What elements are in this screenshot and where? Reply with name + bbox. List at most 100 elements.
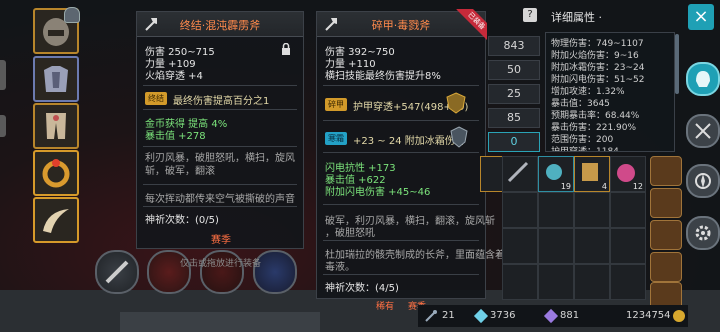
sword-icon bbox=[507, 161, 529, 183]
season-label: 赛季 bbox=[211, 235, 231, 246]
frost-tag: 寒霜 bbox=[325, 132, 347, 145]
tooltip-header: 终结·混沌霹雳斧 bbox=[137, 12, 303, 37]
tab-talent[interactable] bbox=[686, 164, 720, 198]
equipped-ribbon: 已装备 bbox=[453, 9, 487, 43]
item-tooltip-equipped: 碎甲·毒戮斧 已装备 伤害 392~750 力量 +110 横扫技能最终伤害提升… bbox=[316, 9, 505, 299]
rarity-label: 稀有 bbox=[376, 302, 395, 312]
inventory-slot[interactable] bbox=[610, 264, 646, 300]
equipped-label: 已装备 bbox=[456, 9, 487, 42]
bag-tab-2[interactable] bbox=[650, 188, 682, 218]
divider bbox=[143, 146, 297, 147]
inventory-slot[interactable] bbox=[574, 264, 610, 300]
inventory-slot[interactable] bbox=[502, 156, 538, 192]
lightning-damage-stat: 附加闪电伤害 +45~46 bbox=[325, 187, 431, 198]
currency-1-value: 21 bbox=[442, 310, 455, 321]
fire-penetration-stat: 火焰穿透 +4 bbox=[145, 71, 203, 82]
stat-row: 护甲穿透：1184 bbox=[551, 147, 619, 152]
inventory-slot[interactable]: 19 bbox=[538, 156, 574, 192]
gold-shield-icon bbox=[446, 92, 466, 114]
currency-3-value: 881 bbox=[560, 310, 580, 321]
skill-list-cont: ，破胆怒吼 bbox=[325, 228, 375, 239]
pants-icon bbox=[46, 113, 66, 139]
inventory-slot[interactable] bbox=[502, 264, 538, 300]
item-tooltip-compare: 终结·混沌霹雳斧 伤害 250~715 力量 +109 火焰穿透 +4 终结 最… bbox=[136, 11, 304, 249]
detailed-stats-list[interactable]: 物理伤害：749~1107 附加火焰伤害：9~16 附加冰霜伤害：23~24 附… bbox=[545, 32, 675, 152]
horn-icon bbox=[43, 209, 69, 233]
lock-icon bbox=[282, 43, 290, 55]
grey-shield-icon bbox=[450, 126, 468, 148]
detail-title[interactable]: 详细属性 · bbox=[551, 9, 602, 25]
refine-count: 神祈次数：(4/5) bbox=[325, 283, 399, 294]
attribute-value-1: 843 bbox=[488, 36, 540, 56]
currency-bar: 21 3736 881 1234754 bbox=[418, 305, 688, 327]
attribute-value-2: 50 bbox=[488, 60, 540, 80]
gold-coin-icon bbox=[673, 310, 685, 322]
divider bbox=[323, 85, 479, 86]
weapon-skill-button[interactable] bbox=[95, 250, 139, 294]
inventory-slot[interactable] bbox=[574, 228, 610, 264]
divider bbox=[323, 120, 479, 121]
item-name: 终结·混沌霹雳斧 bbox=[179, 19, 261, 32]
inventory-slot[interactable] bbox=[538, 228, 574, 264]
inventory-slot[interactable] bbox=[502, 192, 538, 228]
inventory-slot[interactable] bbox=[538, 192, 574, 228]
armor-icon bbox=[44, 66, 68, 92]
ground-panel bbox=[120, 312, 320, 332]
divider bbox=[323, 152, 479, 153]
crossed-swords-icon bbox=[695, 123, 711, 139]
tab-character[interactable] bbox=[686, 62, 720, 96]
inventory-slot[interactable] bbox=[610, 228, 646, 264]
sword-icon bbox=[105, 260, 129, 284]
bag-tab-4[interactable] bbox=[650, 252, 682, 282]
helmet-icon bbox=[696, 71, 710, 87]
crystal-icon bbox=[473, 308, 489, 324]
compass-icon bbox=[695, 173, 711, 189]
detail-title-bar: ? 详细属性 · bbox=[485, 4, 685, 26]
attribute-points-value: 0 bbox=[488, 132, 540, 152]
stack-count: 4 bbox=[601, 182, 607, 191]
left-edge-tab-2[interactable] bbox=[0, 115, 6, 137]
stack-count: 19 bbox=[560, 182, 571, 191]
stack-count: 12 bbox=[632, 182, 643, 191]
inventory-slot[interactable] bbox=[574, 192, 610, 228]
pants-slot[interactable] bbox=[33, 103, 79, 149]
attribute-value-4: 85 bbox=[488, 108, 540, 128]
offhand-slot[interactable] bbox=[33, 197, 79, 243]
attribute-value-3: 25 bbox=[488, 84, 540, 104]
divider bbox=[323, 204, 479, 205]
frost-text: +23 ~ 24 附加冰霜伤害 bbox=[353, 136, 465, 147]
inventory-slot[interactable] bbox=[502, 228, 538, 264]
scroll-icon bbox=[582, 163, 598, 181]
helmet-slot[interactable] bbox=[33, 7, 80, 54]
help-icon[interactable]: ? bbox=[523, 8, 537, 22]
armor-slot[interactable] bbox=[33, 56, 79, 102]
bag-tab-3[interactable] bbox=[650, 220, 682, 250]
ring-icon bbox=[42, 159, 70, 188]
skill-list: 利刃风暴，破胆怒吼，横扫，旋风斩，破军，翻滚 bbox=[145, 153, 295, 177]
bag-tab-1[interactable] bbox=[650, 156, 682, 186]
armor-break-tag: 碎甲 bbox=[325, 98, 347, 111]
tab-skills[interactable] bbox=[686, 114, 720, 148]
soul-gem-icon bbox=[543, 308, 559, 324]
inventory-slot[interactable]: 4 bbox=[574, 156, 610, 192]
divider bbox=[143, 109, 297, 110]
gear-icon bbox=[695, 225, 711, 241]
divider bbox=[323, 240, 479, 241]
left-edge-tab[interactable] bbox=[0, 60, 6, 90]
ring-slot[interactable] bbox=[33, 150, 79, 196]
gold-value: 1234754 bbox=[626, 310, 671, 321]
inventory-slot[interactable]: 12 bbox=[610, 156, 646, 192]
inventory-slot[interactable] bbox=[610, 192, 646, 228]
crit-stat: 暴击值 +278 bbox=[145, 131, 206, 142]
equip-hint: 仅击或拖放进行装备 bbox=[180, 259, 262, 269]
tab-settings[interactable] bbox=[686, 216, 720, 250]
divider bbox=[323, 274, 479, 275]
key-icon bbox=[425, 310, 437, 322]
inventory-slot[interactable] bbox=[538, 264, 574, 300]
stats-scrollbar[interactable] bbox=[675, 34, 679, 94]
close-button[interactable]: × bbox=[688, 4, 714, 30]
refine-count: 神祈次数：(0/5) bbox=[145, 215, 219, 226]
sweep-bonus-stat: 横扫技能最终伤害提升8% bbox=[325, 71, 441, 82]
affix-tag: 终结 bbox=[145, 92, 167, 105]
divider bbox=[143, 206, 297, 207]
